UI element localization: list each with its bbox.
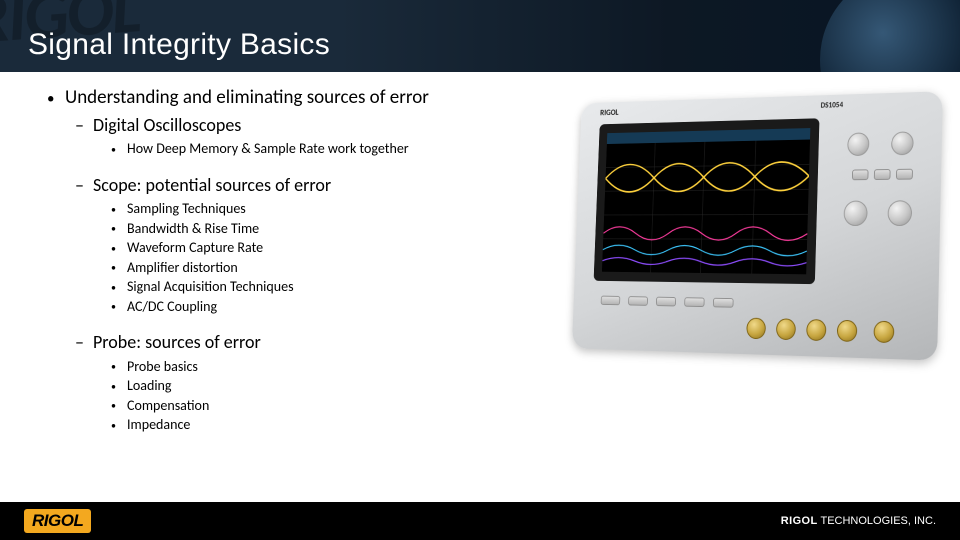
bnc-connector — [873, 321, 894, 343]
bullet-scope-sub: Signal Acquisition Techniques — [45, 278, 545, 296]
scope-button — [874, 169, 891, 180]
slide: RIGOL Signal Integrity Basics Understand… — [0, 0, 960, 540]
scope-softkey — [601, 296, 621, 306]
scope-knob — [891, 131, 914, 155]
slide-title: Signal Integrity Basics — [28, 28, 330, 62]
scope-model-label: DS1054 — [821, 100, 844, 110]
scope-button — [852, 169, 869, 180]
rigol-logo: RIGOL — [24, 509, 91, 533]
scope-knob — [847, 132, 869, 156]
scope-softkey — [656, 297, 676, 307]
scope-knob — [887, 200, 912, 226]
footer-company-rest: TECHNOLOGIES, INC. — [818, 515, 936, 527]
bullet-scope-sub: Waveform Capture Rate — [45, 239, 545, 257]
scope-softkey — [713, 298, 734, 308]
slide-footer: RIGOL RIGOL TECHNOLOGIES, INC. — [0, 502, 960, 540]
bullet-scope-sub: Bandwidth & Rise Time — [45, 220, 545, 238]
bullet-probe: Probe: sources of error — [45, 331, 545, 354]
footer-company-bold: RIGOL — [781, 515, 818, 527]
scope-button — [896, 169, 913, 180]
scope-screen — [594, 118, 820, 284]
scope-softkey — [628, 296, 648, 306]
bullet-scope-sub: Sampling Techniques — [45, 200, 545, 218]
bullet-digital-sub: How Deep Memory & Sample Rate work toget… — [45, 140, 545, 158]
bullet-scope-sub: AC/DC Coupling — [45, 298, 545, 316]
bnc-connector — [746, 318, 766, 340]
slide-header: RIGOL Signal Integrity Basics — [0, 0, 960, 72]
scope-softkey — [684, 297, 705, 307]
bullet-scope: Scope: potential sources of error — [45, 174, 545, 197]
footer-company: RIGOL TECHNOLOGIES, INC. — [781, 515, 936, 527]
bnc-connector — [837, 320, 858, 342]
bullet-digital: Digital Oscilloscopes — [45, 114, 545, 137]
bullet-probe-sub: Impedance — [45, 416, 545, 434]
content-outline: Understanding and eliminating sources of… — [45, 86, 545, 435]
bullet-probe-sub: Compensation — [45, 397, 545, 415]
oscilloscope-photo: RIGOL DS1054 — [572, 91, 943, 360]
scope-knob — [843, 201, 867, 226]
bullet-probe-sub: Probe basics — [45, 358, 545, 376]
bnc-connector — [776, 318, 796, 340]
scope-brand-label: RIGOL — [600, 108, 619, 119]
bullet-probe-sub: Loading — [45, 377, 545, 395]
bullet-scope-sub: Amplifier distortion — [45, 259, 545, 277]
bullet-l1: Understanding and eliminating sources of… — [45, 86, 545, 110]
bnc-connector — [806, 319, 826, 341]
header-earth-decoration — [820, 0, 960, 72]
